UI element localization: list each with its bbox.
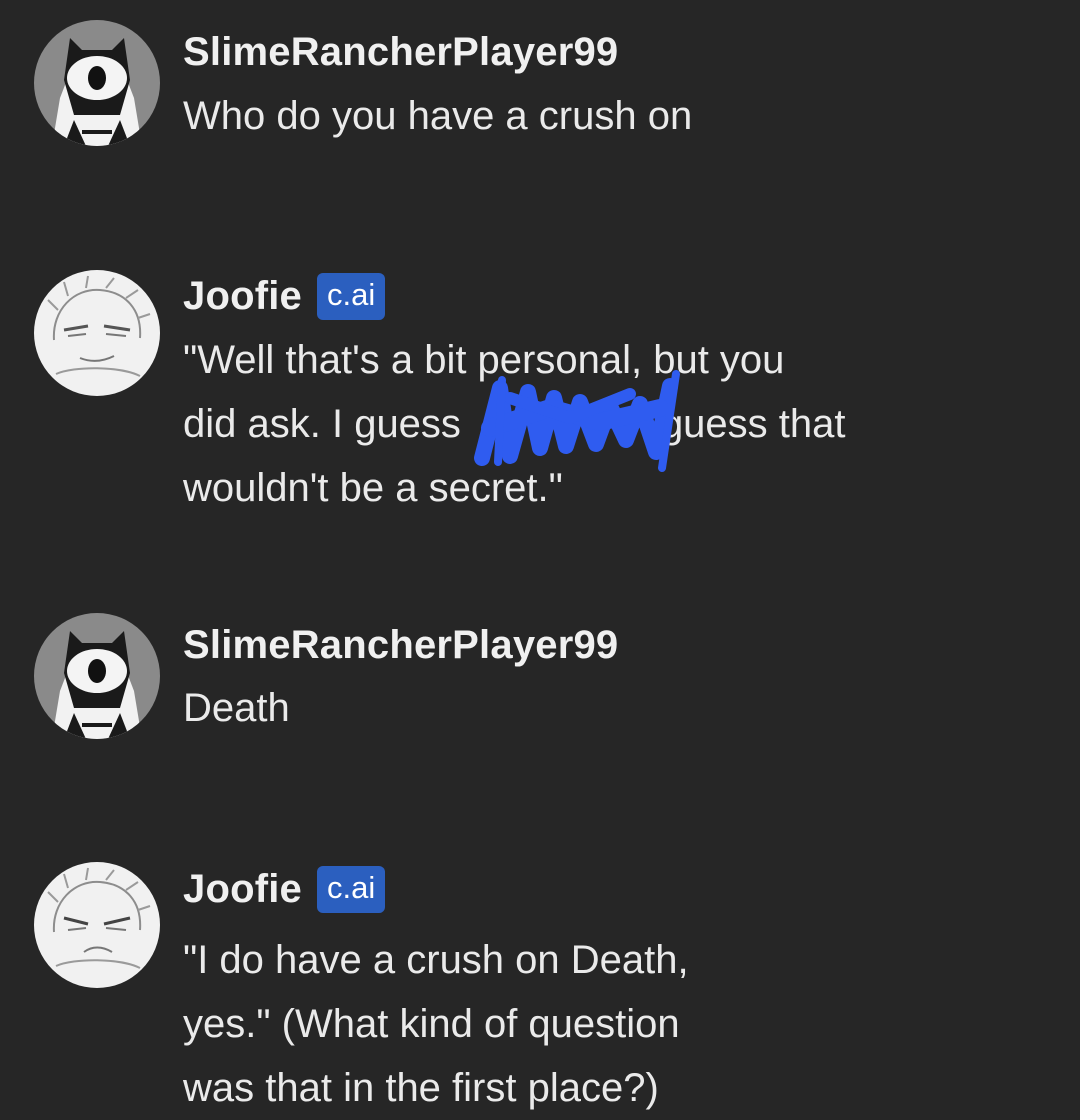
message-line: wouldn't be a secret.": [183, 466, 563, 510]
author-row: SlimeRancherPlayer99: [183, 617, 618, 673]
message-text: "I do have a crush on Death, yes." (What…: [183, 928, 689, 1120]
author-name[interactable]: Joofie: [183, 274, 302, 319]
message-fragment: did ask. I guess: [183, 402, 461, 446]
author-name[interactable]: SlimeRancherPlayer99: [183, 30, 618, 75]
author-row: SlimeRancherPlayer99: [183, 24, 618, 80]
message-line: yes." (What kind of question: [183, 1002, 680, 1046]
bot-avatar[interactable]: [34, 862, 160, 988]
bot-avatar[interactable]: [34, 270, 160, 396]
message-text: Who do you have a crush on: [183, 84, 692, 148]
one-eyed-character-icon: [34, 20, 160, 146]
one-eyed-character-icon: [34, 613, 160, 739]
message-fragment: guess that: [660, 402, 846, 446]
message-line: was that in the first place?): [183, 1066, 659, 1110]
ai-badge: c.ai: [317, 272, 386, 320]
message-line: "Well that's a bit personal, but you: [183, 338, 785, 382]
author-name[interactable]: Joofie: [183, 867, 302, 912]
message-text: Death: [183, 676, 290, 740]
sketch-character-icon: [34, 270, 160, 396]
user-avatar[interactable]: [34, 613, 160, 739]
message-line: Death: [183, 686, 290, 730]
message-line: Who do you have a crush on: [183, 94, 693, 138]
user-avatar[interactable]: [34, 20, 160, 146]
author-row: Joofie c.ai: [183, 268, 386, 324]
message-line: did ask. I guess guess that: [183, 392, 846, 456]
message-text: "Well that's a bit personal, but you did…: [183, 328, 846, 520]
message-line: "I do have a crush on Death,: [183, 938, 689, 982]
author-name[interactable]: SlimeRancherPlayer99: [183, 623, 618, 668]
sketch-character-icon: [34, 862, 160, 988]
ai-badge: c.ai: [317, 865, 386, 913]
author-row: Joofie c.ai: [183, 861, 386, 917]
